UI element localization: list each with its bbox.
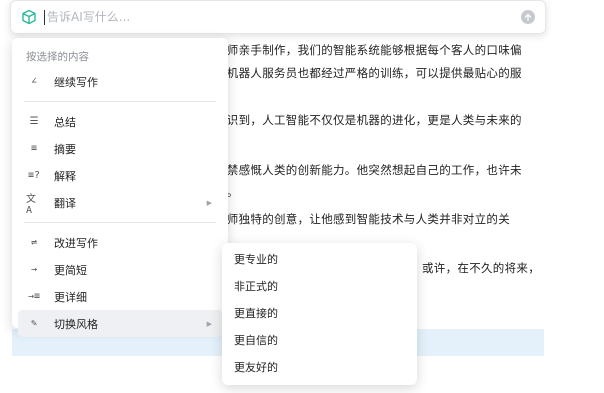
summary-icon: ☰ (29, 116, 39, 127)
menu-item-label: 改进写作 (54, 236, 98, 250)
abstract-icon: ≡ (30, 143, 38, 154)
style-option-confident[interactable]: 更自信的 (222, 326, 417, 353)
menu-caption: 按选择的内容 (26, 51, 89, 63)
paintbrush-icon: ✎ (30, 318, 38, 329)
shorter-icon: → (30, 264, 38, 275)
menu-item-label: 摘要 (54, 142, 76, 156)
menu-item-longer[interactable]: →≡ 更详细 (18, 283, 222, 310)
menu-item-label: 总结 (54, 115, 76, 129)
menu-item-label: 翻译 (54, 196, 76, 210)
menu-item-improve-writing[interactable]: ⇌ 改进写作 (18, 229, 222, 256)
menu-item-explain[interactable]: ≡? 解释 (18, 162, 222, 189)
improve-icon: ⇌ (30, 237, 38, 248)
translate-icon: 文A (26, 193, 36, 216)
longer-icon: →≡ (27, 291, 41, 302)
style-option-professional[interactable]: 更专业的 (222, 245, 417, 272)
chevron-right-icon: ▶ (206, 198, 212, 207)
chevron-right-icon: ▶ (206, 319, 212, 328)
ai-command-menu: 按选择的内容 ∠ 继续写作 ☰ 总结 ≡ 摘要 ≡? 解释 文A 翻译 ▶ ⇌ … (12, 38, 228, 337)
menu-item-label: 继续写作 (54, 75, 98, 89)
style-option-friendly[interactable]: 更友好的 (222, 353, 417, 380)
doc-line: 厨师亲手制作，我们的智能系统能够根据每个客人的口味偏 (215, 43, 522, 57)
ai-cube-icon (20, 8, 38, 26)
send-button[interactable] (521, 10, 535, 24)
menu-item-label: 更详细 (54, 290, 87, 304)
menu-item-translate[interactable]: 文A 翻译 ▶ (18, 189, 222, 216)
menu-item-continue-writing[interactable]: ∠ 继续写作 (18, 68, 222, 95)
doc-line: 厨师独特的创意，让他感到智能技术与人类并非对立的关 (215, 212, 510, 226)
menu-item-label: 解释 (54, 169, 76, 183)
doc-line: 不禁感慨人类的创新能力。他突然想起自己的工作，也许未 (215, 163, 522, 177)
style-submenu: 更专业的 非正式的 更直接的 更自信的 更友好的 (222, 243, 417, 385)
doc-line: 的机器人服务员也都经过严格的训练，可以提供最贴心的服 (215, 66, 522, 80)
style-option-direct[interactable]: 更直接的 (222, 299, 417, 326)
doc-line: 或许，在不久的将来， (422, 261, 540, 275)
pen-icon: ∠ (30, 76, 38, 87)
menu-item-label: 更简短 (54, 263, 87, 277)
menu-item-shorter[interactable]: → 更简短 (18, 256, 222, 283)
doc-line: 意识到，人工智能不仅仅是机器的进化，更是人类与未来的 (215, 113, 522, 127)
ai-prompt-input[interactable] (47, 10, 521, 24)
explain-icon: ≡? (27, 170, 41, 181)
menu-divider (24, 222, 216, 223)
menu-item-summarize[interactable]: ☰ 总结 (18, 108, 222, 135)
text-cursor (44, 9, 45, 25)
arrow-up-icon (524, 13, 532, 21)
ai-prompt-bar (10, 0, 546, 34)
menu-item-label: 切换风格 (54, 317, 98, 331)
menu-item-abstract[interactable]: ≡ 摘要 (18, 135, 222, 162)
style-option-informal[interactable]: 非正式的 (222, 272, 417, 299)
menu-divider (24, 101, 216, 102)
menu-item-change-style[interactable]: ✎ 切换风格 ▶ (18, 310, 222, 337)
